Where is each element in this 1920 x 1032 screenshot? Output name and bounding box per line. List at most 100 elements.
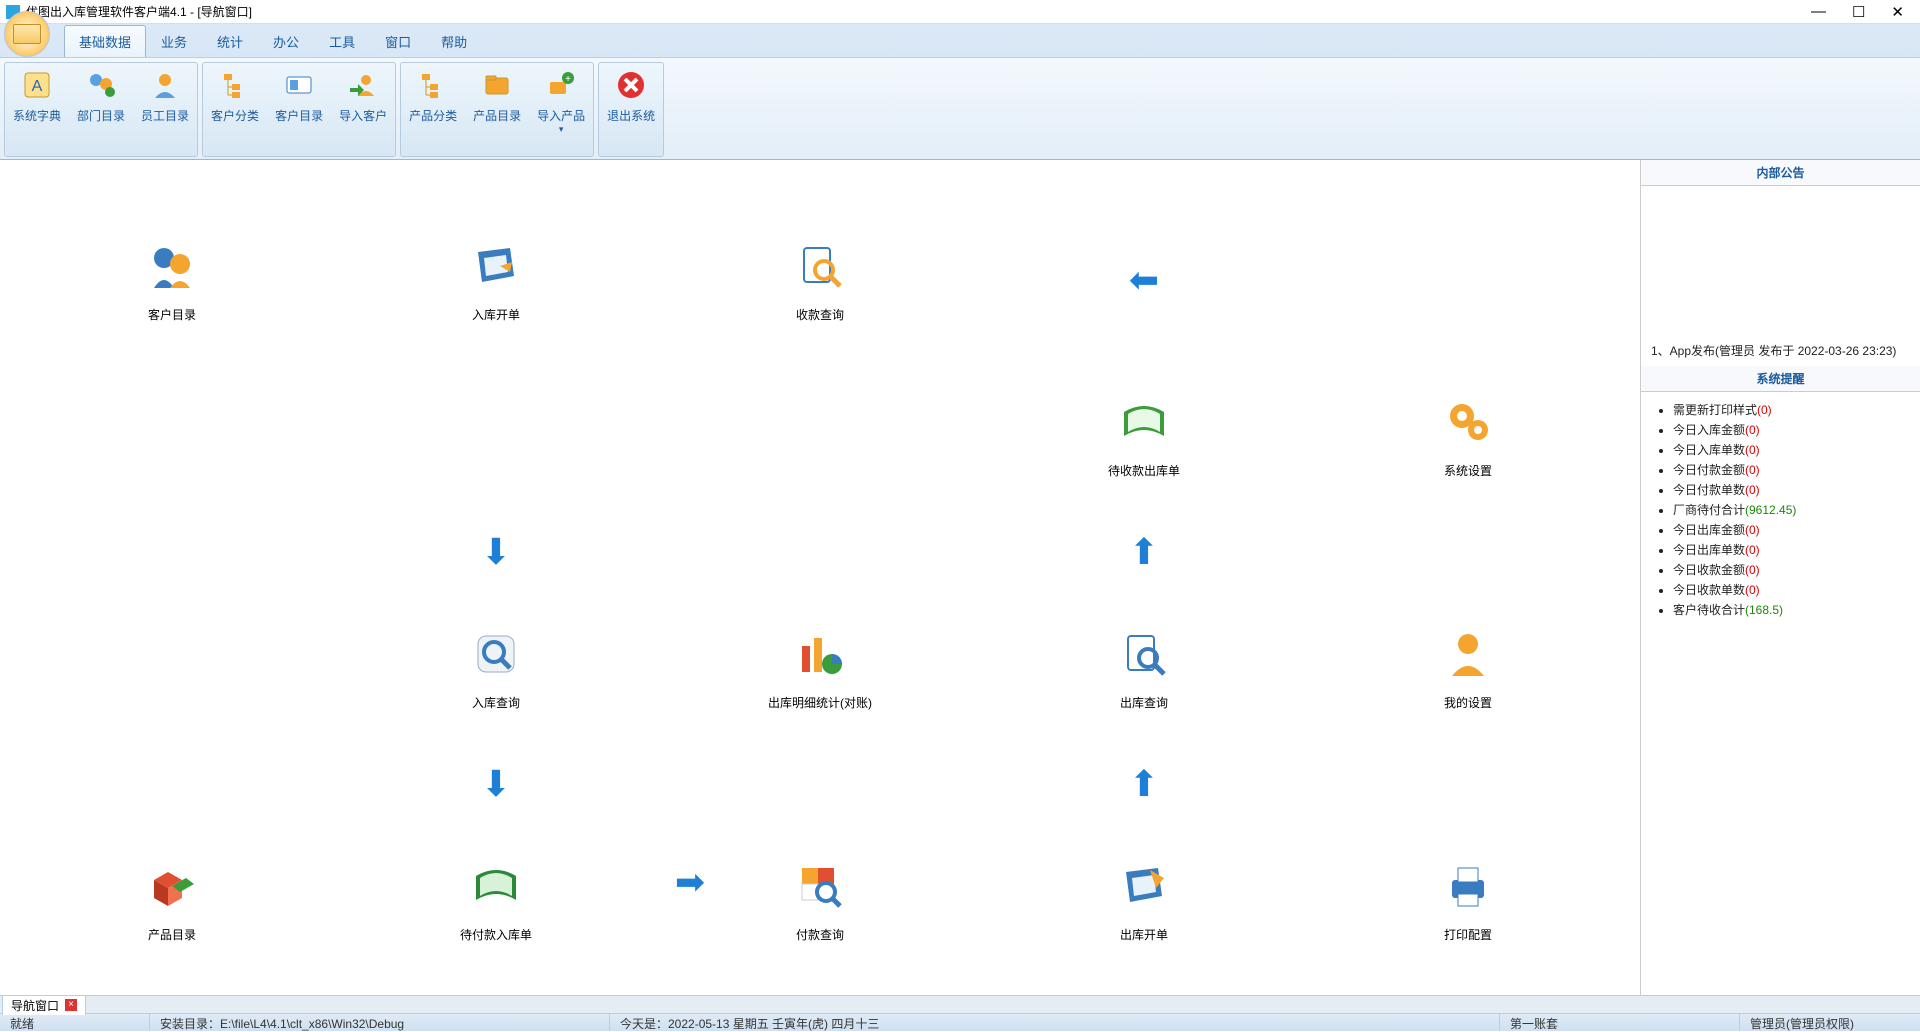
right-panel: 内部公告 1、App发布(管理员 发布于 2022-03-26 23:23) 系…	[1640, 160, 1920, 995]
btn-label: 导入产品	[537, 107, 585, 124]
tab-tools[interactable]: 工具	[314, 25, 370, 57]
category-icon	[219, 69, 251, 101]
nav-pending-payment[interactable]: 待付款入库单	[334, 840, 658, 960]
window-title: 优图出入库管理软件客户端4.1 - [导航窗口]	[26, 3, 1811, 20]
arrow-up-icon: ⬆	[1129, 763, 1159, 805]
spacer	[658, 532, 982, 572]
tab-business[interactable]: 业务	[146, 25, 202, 57]
ribbon-group-system: A系统字典 部门目录 员工目录	[4, 62, 198, 157]
nav-my-settings[interactable]: 我的设置	[1306, 608, 1630, 728]
import-person-icon	[347, 69, 379, 101]
statusbar: 就绪 安装目录：E:\file\L4\4.1\clt_x86\Win32\Deb…	[0, 1013, 1920, 1031]
reminder-item[interactable]: 客户待收合计(168.5)	[1673, 601, 1910, 618]
gear-icon	[1440, 394, 1496, 450]
nav-inbound-order[interactable]: 入库开单	[334, 220, 658, 340]
reminder-item[interactable]: 今日收款金额(0)	[1673, 561, 1910, 578]
reminder-item[interactable]: 今日付款单数(0)	[1673, 481, 1910, 498]
ribbon-tabs: 基础数据 业务 统计 办公 工具 窗口 帮助	[64, 29, 482, 57]
btn-label: 客户目录	[275, 107, 323, 124]
reminder-list: 需更新打印样式(0) 今日入库金额(0) 今日入库单数(0) 今日付款金额(0)…	[1651, 401, 1910, 618]
nav-product-dir[interactable]: 产品目录	[10, 840, 334, 960]
nav-outbound-detail[interactable]: 出库明细统计(对账)	[658, 608, 982, 728]
inbound-icon	[468, 238, 524, 294]
reminder-item[interactable]: 今日入库单数(0)	[1673, 441, 1910, 458]
btn-label: 员工目录	[141, 107, 189, 124]
btn-staff-dir[interactable]: 员工目录	[133, 63, 197, 156]
spacer	[1306, 764, 1630, 804]
nav-system-settings[interactable]: 系统设置	[1306, 376, 1630, 496]
tab-stats[interactable]: 统计	[202, 25, 258, 57]
btn-system-dict[interactable]: A系统字典	[5, 63, 69, 156]
people-icon	[144, 238, 200, 294]
tab-window[interactable]: 窗口	[370, 25, 426, 57]
nav-label: 产品目录	[148, 926, 196, 943]
btn-cust-dir[interactable]: 客户目录	[267, 63, 331, 156]
btn-label: 产品分类	[409, 107, 457, 124]
nav-label: 我的设置	[1444, 694, 1492, 711]
person-icon	[1440, 626, 1496, 682]
spacer	[658, 764, 982, 804]
btn-label: 退出系统	[607, 107, 655, 124]
nav-receipt-query[interactable]: 收款查询	[658, 220, 982, 340]
open-book-icon	[1116, 394, 1172, 450]
reminder-item[interactable]: 需更新打印样式(0)	[1673, 401, 1910, 418]
search-doc-icon	[1116, 626, 1172, 682]
ribbon-group-customer: 客户分类 客户目录 导入客户	[202, 62, 396, 157]
btn-label: 客户分类	[211, 107, 259, 124]
reminder-item[interactable]: 厂商待付合计(9612.45)	[1673, 501, 1910, 518]
app-menu-button[interactable]	[4, 11, 50, 57]
btn-dept-dir[interactable]: 部门目录	[69, 63, 133, 156]
tab-help[interactable]: 帮助	[426, 25, 482, 57]
reminder-item[interactable]: 今日出库金额(0)	[1673, 521, 1910, 538]
tab-basic-data[interactable]: 基础数据	[64, 25, 146, 57]
nav-pending-receipt[interactable]: 待收款出库单	[982, 376, 1306, 496]
nav-customer-dir[interactable]: 客户目录	[10, 220, 334, 340]
reminder-item[interactable]: 今日付款金额(0)	[1673, 461, 1910, 478]
nav-label: 出库明细统计(对账)	[768, 694, 872, 711]
announce-header: 内部公告	[1641, 160, 1920, 186]
outbound-icon	[1116, 858, 1172, 914]
nav-label: 系统设置	[1444, 462, 1492, 479]
btn-exit[interactable]: 退出系统	[599, 63, 663, 156]
printer-icon	[1440, 858, 1496, 914]
tab-office[interactable]: 办公	[258, 25, 314, 57]
arrow-down-icon: ⬇	[481, 763, 511, 805]
dept-icon	[85, 69, 117, 101]
nav-payment-query[interactable]: 付款查询 ➡	[658, 840, 982, 960]
nav-label: 打印配置	[1444, 926, 1492, 943]
ribbon-body: A系统字典 部门目录 员工目录 客户分类 客户目录 导入客户 产品分类 产品目录…	[0, 57, 1920, 159]
folder-icon	[481, 69, 513, 101]
reminder-item[interactable]: 今日出库单数(0)	[1673, 541, 1910, 558]
nav-label: 入库开单	[472, 306, 520, 323]
dropdown-icon: ▾	[559, 124, 564, 135]
announce-item: 1、App发布(管理员 发布于 2022-03-26 23:23)	[1651, 342, 1910, 359]
close-icon[interactable]: ×	[65, 999, 77, 1011]
btn-label: 产品目录	[473, 107, 521, 124]
nav-label: 待收款出库单	[1108, 462, 1180, 479]
btn-import-prod[interactable]: +导入产品▾	[529, 63, 593, 156]
arrow-down: ⬇	[334, 764, 658, 804]
content: 客户目录 入库开单 收款查询 ⬅ 待收款出库单 系统设置 ⬇ ⬆ 入库查询 出库…	[0, 160, 1920, 995]
reminder-item[interactable]: 今日收款单数(0)	[1673, 581, 1910, 598]
nav-label: 付款查询	[796, 926, 844, 943]
minimize-button[interactable]: —	[1811, 3, 1826, 21]
spacer	[10, 532, 334, 572]
btn-cust-category[interactable]: 客户分类	[203, 63, 267, 156]
btn-import-cust[interactable]: 导入客户	[331, 63, 395, 156]
nav-label: 收款查询	[796, 306, 844, 323]
nav-outbound-query[interactable]: 出库查询	[982, 608, 1306, 728]
btn-prod-dir[interactable]: 产品目录	[465, 63, 529, 156]
maximize-button[interactable]: ☐	[1852, 3, 1865, 21]
btn-prod-category[interactable]: 产品分类	[401, 63, 465, 156]
ribbon-group-product: 产品分类 产品目录 +导入产品▾	[400, 62, 594, 157]
arrow-left: ⬅	[982, 220, 1306, 340]
nav-inbound-query[interactable]: 入库查询	[334, 608, 658, 728]
close-button[interactable]: ✕	[1891, 3, 1904, 21]
nav-print-config[interactable]: 打印配置	[1306, 840, 1630, 960]
arrow-right-icon: ➡	[675, 861, 705, 903]
spacer	[10, 764, 334, 804]
reminder-item[interactable]: 今日入库金额(0)	[1673, 421, 1910, 438]
nav-grid: 客户目录 入库开单 收款查询 ⬅ 待收款出库单 系统设置 ⬇ ⬆ 入库查询 出库…	[0, 180, 1640, 1000]
spacer	[10, 608, 334, 728]
nav-outbound-order[interactable]: 出库开单	[982, 840, 1306, 960]
